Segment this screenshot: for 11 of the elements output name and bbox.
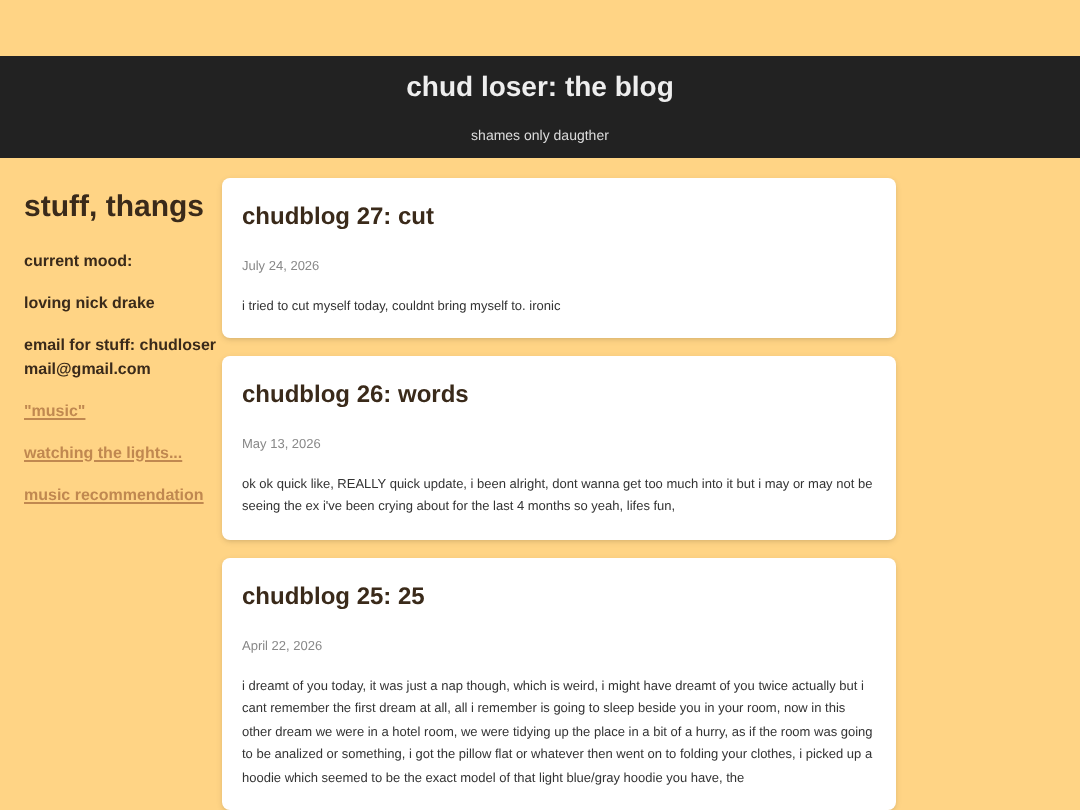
sidebar-link[interactable]: "music" (24, 399, 86, 423)
sidebar-text: email for stuff: chudlosermail@gmail.com (24, 333, 216, 381)
sidebar-text: current mood: (24, 249, 135, 273)
sidebar-title: stuff, thangs (24, 189, 206, 227)
post-title: chudblog 27: cut (242, 199, 436, 234)
sidebar-link[interactable]: watching the lights... (24, 441, 183, 465)
blog-title: chud loser: the blog (406, 67, 674, 106)
sidebar-text: loving nick drake (24, 291, 157, 315)
post-title: chudblog 26: words (242, 378, 471, 412)
post-title: chudblog 25: 25 (242, 579, 427, 614)
sidebar-link[interactable]: music recommendation (24, 483, 204, 507)
